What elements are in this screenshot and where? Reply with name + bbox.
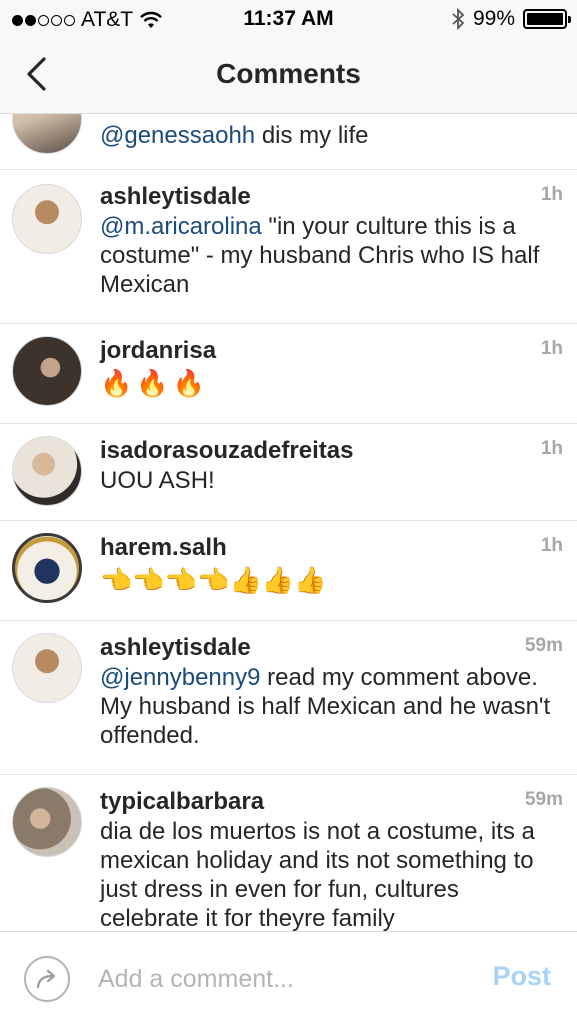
comment-username[interactable]: isadorasouzadefreitas: [100, 436, 561, 466]
battery-icon: [523, 9, 571, 29]
comment-timestamp: 1h: [540, 184, 563, 205]
status-right: 99%: [451, 7, 571, 31]
comment-text: @jennybenny9 read my comment above. My h…: [100, 664, 551, 749]
comment-composer: Post: [0, 931, 577, 1024]
comment-text: 🔥🔥🔥: [100, 368, 210, 398]
avatar[interactable]: [12, 533, 82, 603]
avatar[interactable]: [12, 633, 82, 703]
avatar[interactable]: [12, 184, 82, 254]
comment-timestamp: 59m: [524, 635, 563, 656]
comment-timestamp: 1h: [540, 338, 563, 359]
avatar[interactable]: [12, 436, 82, 506]
mention-link[interactable]: @genessaohh: [100, 122, 255, 149]
comment-timestamp: 1h: [540, 535, 563, 556]
comment-item: harem.salh 👈👈👈👈👍👍👍 1h: [0, 521, 577, 621]
comment-text: dia de los muertos is not a costume, its…: [100, 818, 535, 931]
comment-item: typicalbarbara dia de los muertos is not…: [0, 775, 577, 931]
comment-input[interactable]: [98, 962, 458, 996]
comment-item: ashleytisdale @jennybenny9 read my comme…: [0, 621, 577, 775]
comment-text: 👈👈👈👈👍👍👍: [100, 565, 327, 595]
comment-timestamp: 59m: [524, 789, 563, 810]
comment-username[interactable]: typicalbarbara: [100, 787, 561, 817]
avatar[interactable]: [12, 787, 82, 857]
avatar[interactable]: [12, 336, 82, 406]
comment-item: jordanrisa 🔥🔥🔥 1h: [0, 324, 577, 424]
post-button[interactable]: Post: [492, 961, 551, 992]
comment-username[interactable]: ashleytisdale: [100, 633, 561, 663]
comment-username[interactable]: ashleytisdale: [100, 182, 561, 212]
share-button[interactable]: [24, 956, 70, 1002]
avatar[interactable]: [12, 114, 82, 154]
page-title: Comments: [216, 58, 361, 89]
comment-item: ashleytisdale @m.aricarolina "in your cu…: [0, 170, 577, 324]
comment-text: UOU ASH!: [100, 467, 215, 494]
reply-arrow-icon: [36, 969, 56, 989]
mention-link[interactable]: @m.aricarolina: [100, 213, 262, 240]
comment-text: @genessaohh dis my life: [100, 122, 369, 149]
status-bar: AT&T 11:37 AM 99%: [0, 0, 577, 38]
mention-link[interactable]: @jennybenny9: [100, 664, 260, 691]
comment-list[interactable]: @genessaohh dis my life ashleytisdale @m…: [0, 114, 577, 931]
battery-percent: 99%: [472, 7, 515, 30]
bluetooth-icon: [452, 8, 465, 30]
comment-item: @genessaohh dis my life: [0, 114, 577, 170]
nav-bar: Comments: [0, 38, 577, 114]
comment-item: isadorasouzadefreitas UOU ASH! 1h: [0, 424, 577, 521]
comment-username[interactable]: harem.salh: [100, 533, 561, 563]
comment-text: @m.aricarolina "in your culture this is …: [100, 213, 540, 298]
comment-username[interactable]: jordanrisa: [100, 336, 561, 366]
comment-timestamp: 1h: [540, 438, 563, 459]
